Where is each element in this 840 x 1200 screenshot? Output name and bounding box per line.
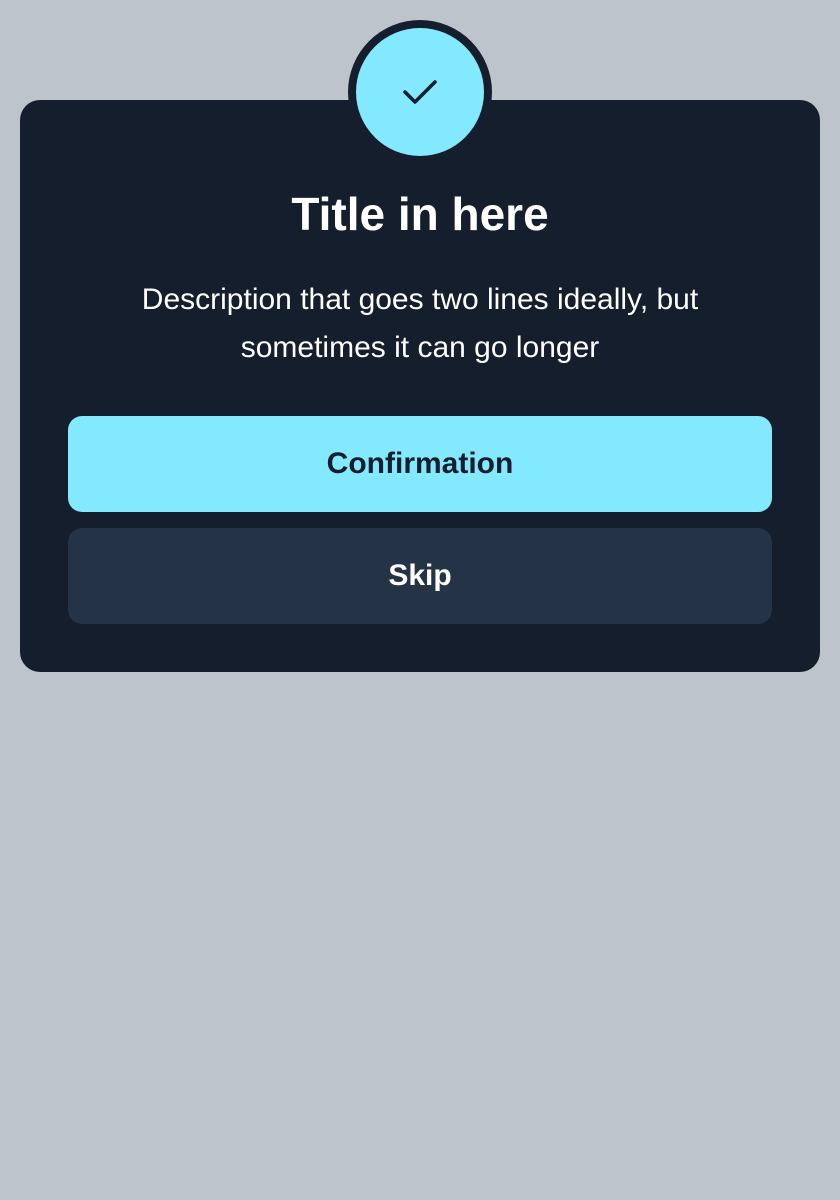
checkmark-icon <box>403 80 437 104</box>
confirmation-button[interactable]: Confirmation <box>68 416 772 512</box>
skip-button[interactable]: Skip <box>68 528 772 624</box>
dialog-description: Description that goes two lines ideally,… <box>141 283 699 364</box>
success-badge <box>356 28 484 156</box>
dialog-title: Title in here <box>291 188 549 240</box>
